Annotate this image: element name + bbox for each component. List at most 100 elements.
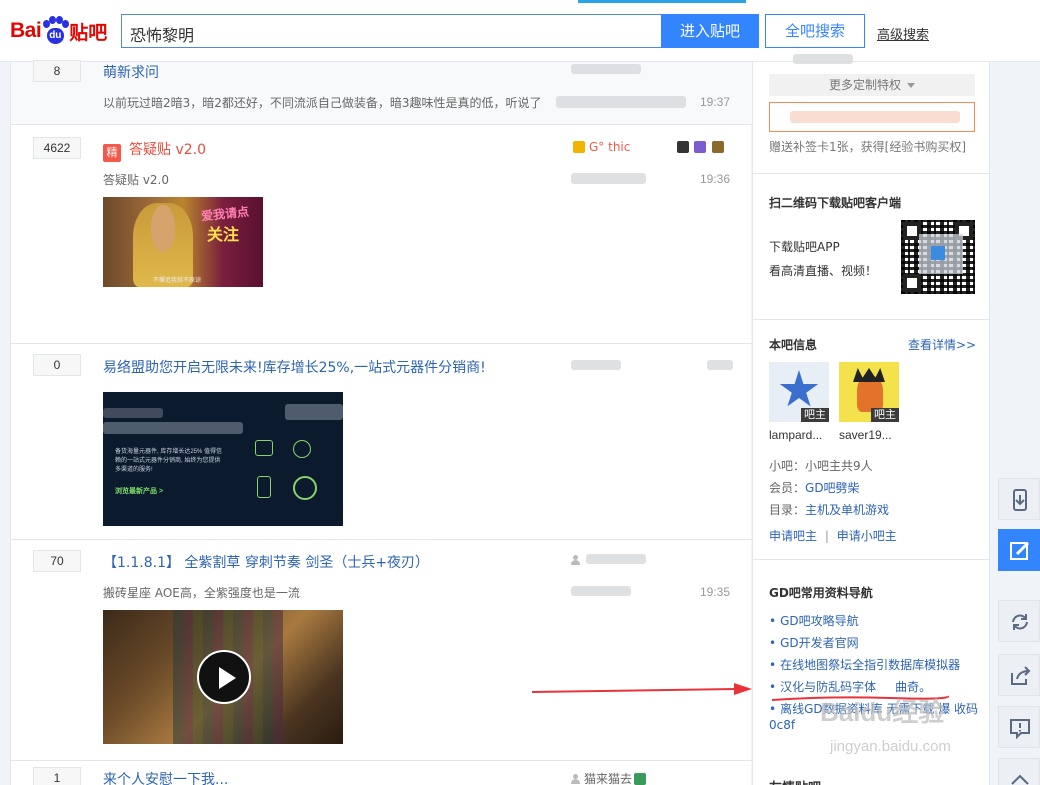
reply-count: 4622 — [33, 137, 81, 159]
qr-code[interactable] — [901, 220, 975, 294]
info-title: 本吧信息 — [769, 338, 818, 352]
admin-card[interactable]: 吧主 saver19... — [839, 362, 899, 442]
avatar: 吧主 — [769, 362, 829, 422]
power-icon — [293, 476, 317, 500]
view-details-link[interactable]: 查看详情>> — [908, 336, 976, 353]
logo-tieba: 贴吧 — [69, 21, 108, 44]
badge-icon — [677, 141, 689, 153]
refresh-icon — [1012, 614, 1028, 630]
admin-card[interactable]: 吧主 lampard... — [769, 362, 829, 442]
catalog-row: 目录：主机及单机游戏 — [769, 503, 890, 517]
enter-tieba-button[interactable]: 进入贴吧 — [661, 14, 759, 48]
thread-author[interactable]: 猫来猫去 — [571, 770, 647, 785]
qr-text: 下载贴吧APP — [769, 240, 840, 254]
chip-icon — [255, 440, 273, 456]
friend-forums-title: 友情贴吧 — [769, 777, 821, 785]
thread-abstract: 答疑贴 v2.0 — [103, 173, 170, 187]
avatar: 吧主 — [839, 362, 899, 422]
redacted — [571, 586, 631, 596]
member-row: 会员：GD吧劈柴 — [769, 481, 860, 495]
top-accent-line — [578, 0, 746, 3]
thread-item: 1 来个人安慰一下我... 猫来猫去 — [11, 761, 752, 785]
redacted — [285, 404, 343, 420]
thread-title[interactable]: 来个人安慰一下我... — [103, 769, 228, 785]
admin-name[interactable]: lampard... — [769, 428, 829, 442]
apply-row: 申请吧主 | 申请小吧主 — [769, 529, 897, 543]
red-arrow-annotation — [531, 683, 752, 695]
apply-small-admin-link[interactable]: 申请小吧主 — [837, 529, 897, 543]
play-icon[interactable] — [197, 650, 251, 704]
member-icon — [573, 141, 585, 153]
ad-link[interactable]: 浏览最新产品 > — [115, 486, 163, 496]
badge-icon — [634, 773, 647, 785]
reply-count: 70 — [33, 550, 81, 572]
featured-badge: 精 — [103, 144, 121, 162]
thread-item: 0 易络盟助您开启无限未来!库存增长25%,一站式元器件分销商! 备货海量元器件… — [11, 344, 752, 540]
redacted — [571, 360, 621, 370]
image-subtitle: 不懈追我就不原谅 — [153, 278, 202, 284]
gift-text: 赠送补签卡1张，获得[经验书购买权] — [769, 140, 966, 154]
thread-title[interactable]: 易络盟助您开启无限未来!库存增长25%,一站式元器件分销商! — [103, 357, 486, 377]
qr-text: 看高清直播、视频！ — [769, 264, 878, 278]
ad-image[interactable]: 备货海量元器件, 库存增长达25% 值得信赖的一站式元器件分销商, 始终为您提供… — [103, 392, 343, 526]
share-icon — [1011, 666, 1031, 685]
vip-signin-box[interactable] — [769, 102, 975, 132]
thread-image-thumbnail[interactable]: 爱我请点 关注 不懈追我就不原谅 — [103, 197, 263, 287]
nav-item[interactable]: • 在线地图祭坛全指引数据库模拟器 — [769, 654, 978, 676]
caret-down-icon — [907, 83, 915, 88]
thread-abstract: 以前玩过暗2暗3，暗2都还好，不同流派自己做装备，暗3趣味性是真的低，听说了 — [103, 96, 542, 110]
star-icon — [779, 370, 819, 407]
thread-title[interactable]: 萌新求问 — [103, 62, 159, 82]
back-to-top-button[interactable] — [998, 758, 1040, 785]
back-to-top-icon — [1011, 774, 1029, 785]
user-icon — [571, 555, 580, 565]
small-admin-row: 小吧：小吧主共9人 — [769, 459, 873, 473]
thread-author[interactable] — [571, 553, 584, 567]
baidu-tieba-logo[interactable]: Bai du 贴吧 — [10, 14, 107, 48]
nav-item[interactable]: • GD吧攻略导航 — [769, 610, 978, 632]
user-icon — [571, 774, 580, 784]
video-thumbnail[interactable] — [103, 610, 343, 744]
refresh-button[interactable] — [998, 600, 1040, 642]
qr-section: 扫二维码下载贴吧客户端 下载贴吧APP 看高清直播、视频！ — [753, 174, 989, 320]
thread-item: 4622 精答疑贴 v2.0 G° thic 答疑贴 v2.0 19:36 爱我… — [11, 125, 752, 344]
vip-privileges-bar[interactable]: 更多定制特权 — [769, 74, 975, 96]
character-hair — [853, 368, 885, 382]
right-sidebar: 更多定制特权 赠送补签卡1张，获得[经验书购买权] 扫二维码下载贴吧客户端 下载… — [752, 54, 990, 785]
thread-author[interactable]: G° thic — [571, 140, 630, 154]
thread-title[interactable]: 精答疑贴 v2.0 — [103, 139, 206, 162]
download-button[interactable] — [998, 478, 1040, 520]
redacted — [103, 422, 243, 434]
admin-tag: 吧主 — [871, 408, 899, 422]
reply-count: 1 — [33, 767, 81, 785]
redacted — [707, 360, 733, 370]
author-redacted — [571, 64, 641, 74]
post-button[interactable] — [998, 529, 1040, 571]
redacted — [790, 111, 960, 123]
paw-icon: du — [42, 16, 70, 46]
watermark: Baidu经验 — [820, 697, 945, 727]
image-caption: 关注 — [207, 225, 240, 244]
redacted — [556, 96, 686, 108]
reply-count: 8 — [33, 60, 81, 82]
redacted — [793, 54, 853, 64]
all-tieba-search-button[interactable]: 全吧搜索 — [765, 14, 865, 48]
share-button[interactable] — [998, 654, 1040, 696]
thread-title[interactable]: 【1.1.8.1】 全紫割草 穿刺节奏 剑圣（士兵+夜刃） — [103, 552, 429, 572]
search-input[interactable]: 恐怖黎明 — [121, 14, 662, 48]
component-icon — [257, 476, 271, 498]
report-button[interactable] — [998, 706, 1040, 748]
admin-name[interactable]: saver19... — [839, 428, 899, 442]
nav-item[interactable]: • GD开发者官网 — [769, 632, 978, 654]
thread-time: 19:37 — [700, 95, 731, 109]
thread-item: 70 【1.1.8.1】 全紫割草 穿刺节奏 剑圣（士兵+夜刃） 搬砖星座 AO… — [11, 540, 752, 761]
redacted — [571, 173, 646, 184]
chip-icon — [293, 440, 311, 458]
advanced-search-link[interactable]: 高级搜索 — [877, 24, 929, 43]
apply-admin-link[interactable]: 申请吧主 — [769, 529, 817, 543]
qr-title: 扫二维码下载贴吧客户端 — [769, 196, 902, 210]
thread-time: 19:35 — [700, 585, 731, 599]
edit-icon — [1010, 541, 1030, 560]
thread-abstract: 搬砖星座 AOE高，全紫强度也是一流 — [103, 586, 300, 600]
report-icon — [1010, 719, 1030, 739]
